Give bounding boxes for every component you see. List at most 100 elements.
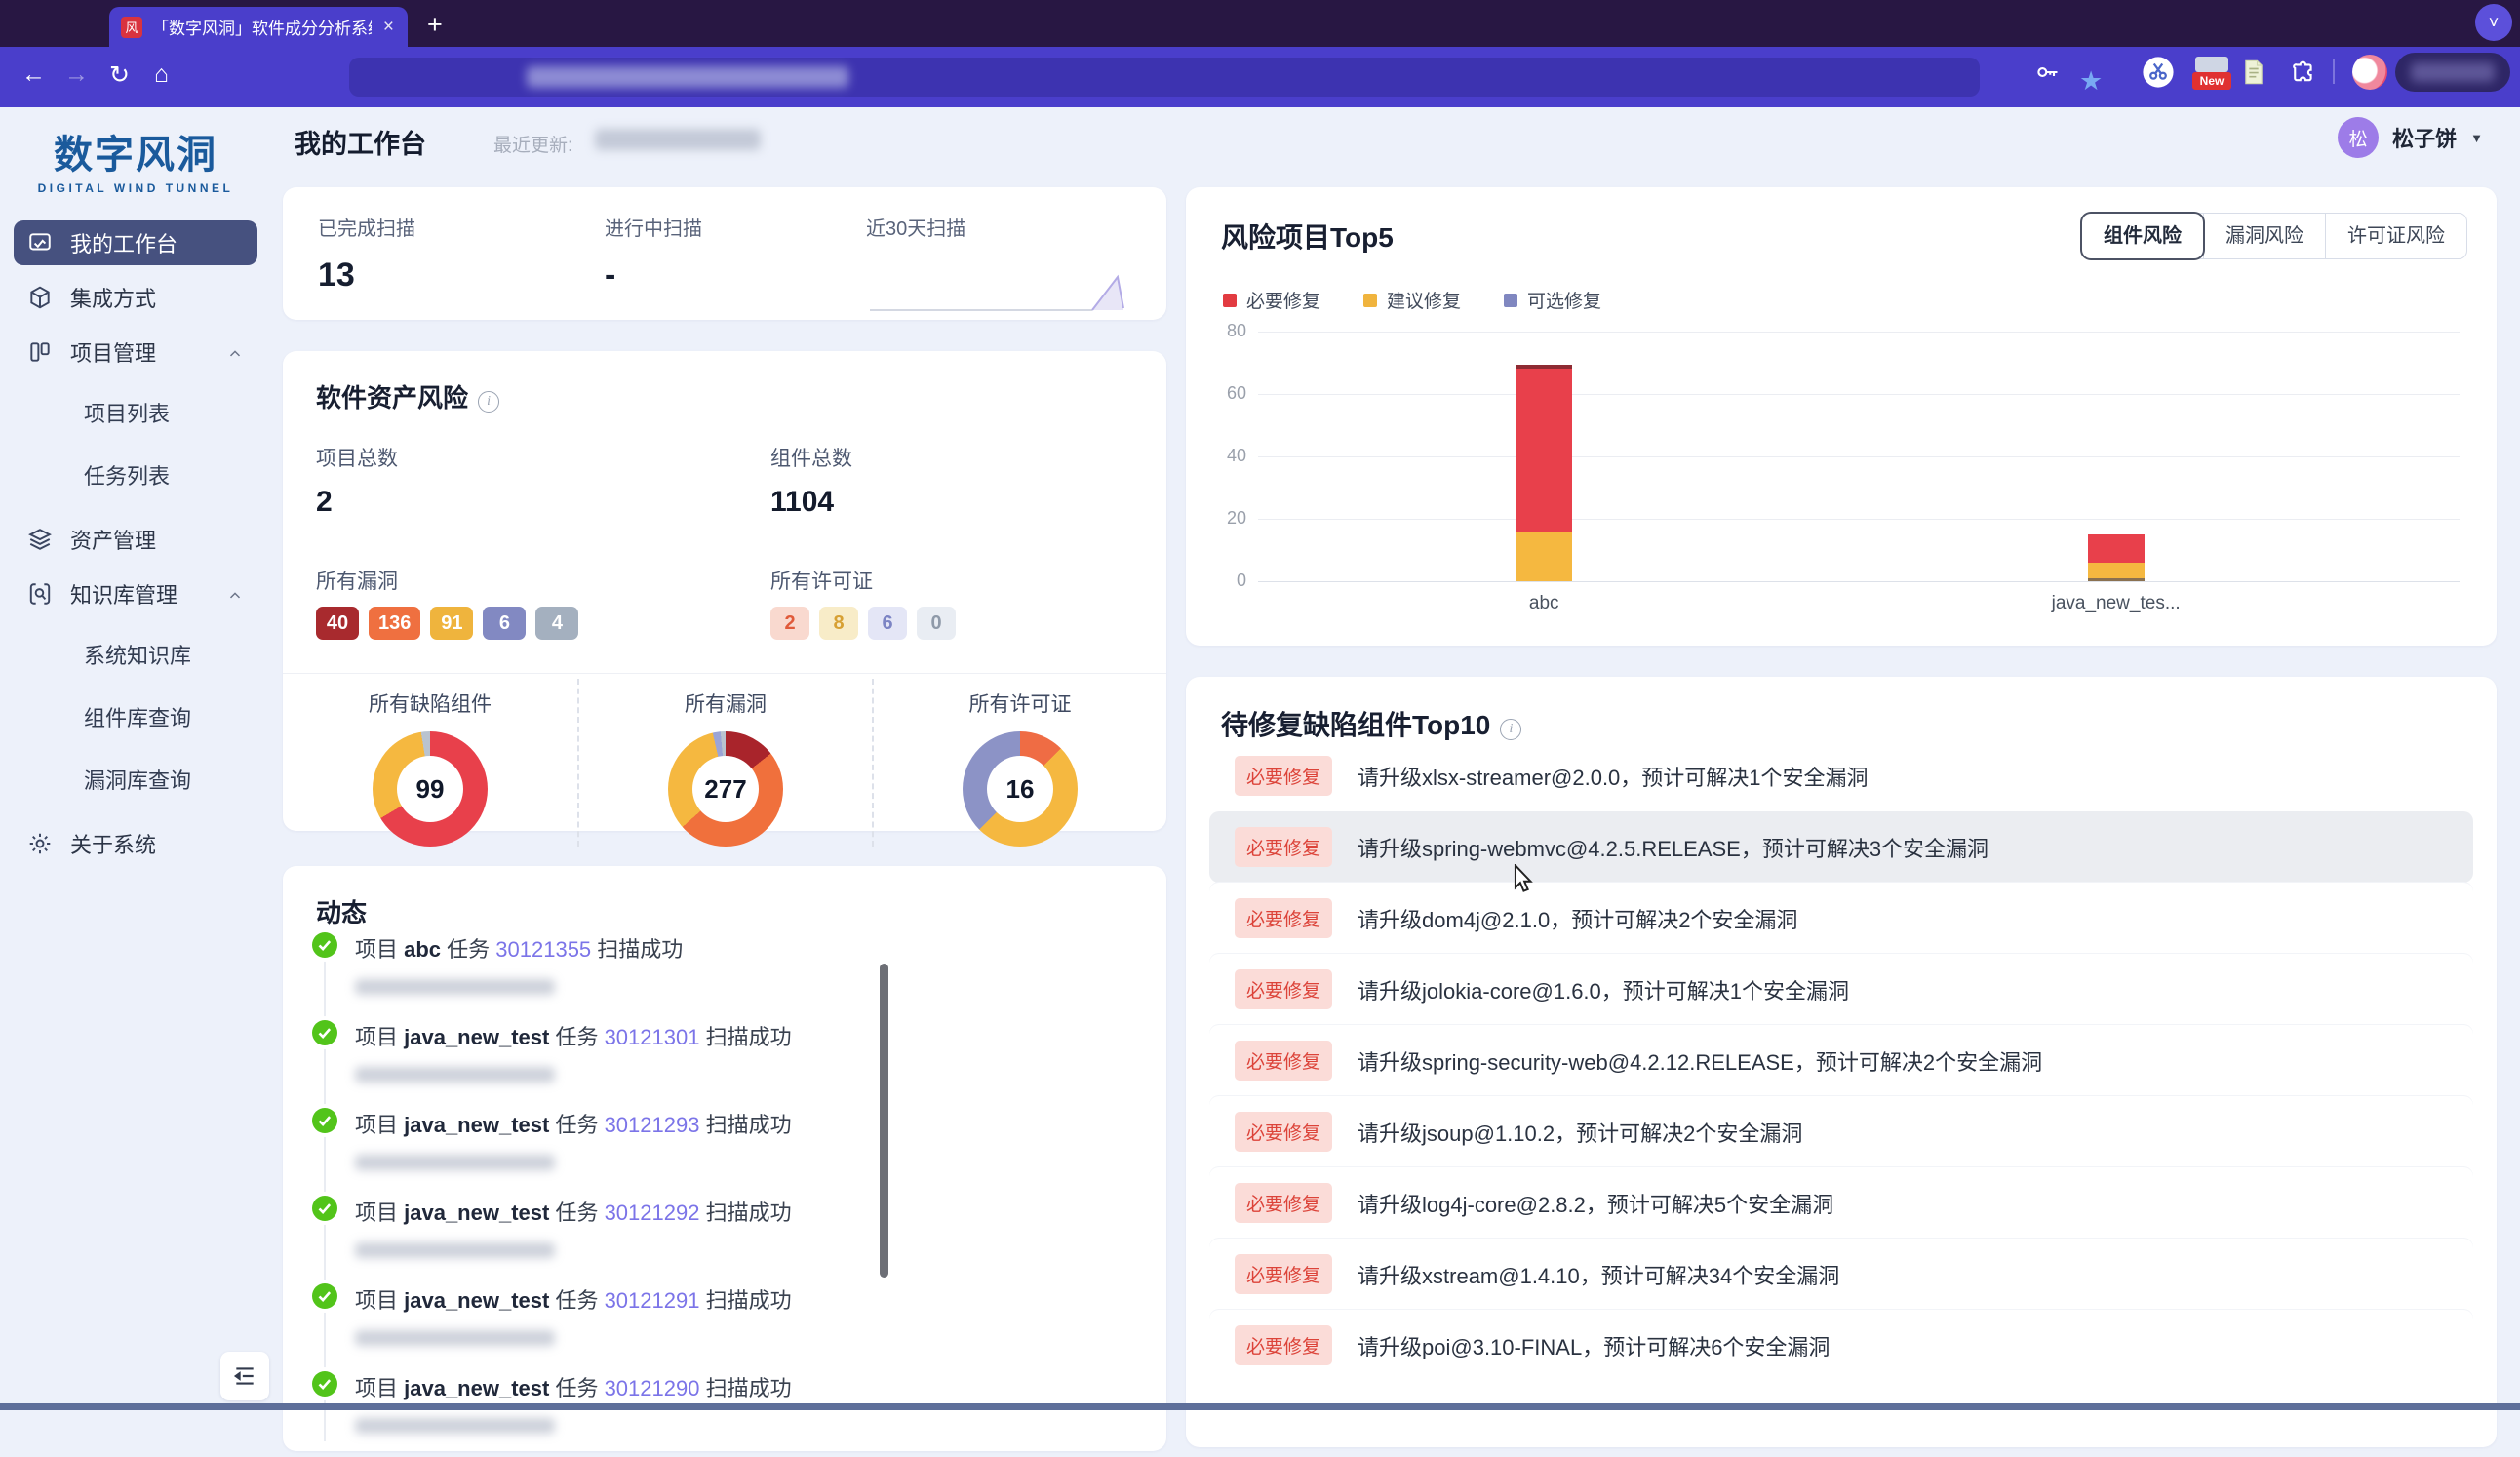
sidebar-item-knowledge-mgmt[interactable]: 知识库管理 [14, 571, 257, 616]
task-id-link[interactable]: 30121290 [605, 1376, 700, 1400]
browser-menu-button[interactable]: ˅ [2475, 4, 2512, 41]
bar-java_new_tes...[interactable] [2088, 332, 2145, 581]
user-menu[interactable]: 松 松子饼 ▼ [2338, 117, 2483, 158]
scan-stats-card: 已完成扫描 13 进行中扫描 - 近30天扫描 [283, 187, 1166, 320]
legend-item: 建议修复 [1363, 287, 1461, 313]
task-id-link[interactable]: 30121301 [605, 1025, 700, 1049]
task-id-link[interactable]: 30121355 [495, 937, 591, 962]
workspace-icon [27, 230, 53, 256]
completed-scans-value: 13 [318, 256, 415, 295]
all-vulns-label: 所有漏洞 [316, 566, 578, 595]
bar-segment [2088, 563, 2145, 578]
defect-row[interactable]: 必要修复 请升级xstream@1.4.10，预计可解决34个安全漏洞 [1209, 1239, 2473, 1310]
info-icon[interactable]: i [1500, 719, 1521, 740]
new-tab-button[interactable]: + [427, 10, 443, 39]
browser-profile-pill[interactable] [2395, 53, 2510, 92]
activity-timestamp-blurred [355, 979, 555, 995]
extensions-puzzle-icon[interactable] [2290, 59, 2317, 86]
sidebar-item-workspace[interactable]: 我的工作台 [14, 220, 257, 265]
task-id-link[interactable]: 30121291 [605, 1288, 700, 1313]
activity-timestamp-blurred [355, 1330, 555, 1346]
project-total-label: 项目总数 [316, 443, 398, 472]
license-count-badge: 6 [868, 607, 907, 640]
required-fix-badge: 必要修复 [1235, 756, 1332, 796]
logo-subtitle: DIGITAL WIND TUNNEL [0, 181, 271, 195]
donut-total: 16 [963, 731, 1078, 847]
bookmark-star-icon[interactable]: ★ [2079, 66, 2103, 97]
sidebar-item-project-mgmt[interactable]: 项目管理 [14, 330, 257, 374]
sidebar-subitem-system-knowledge[interactable]: 系统知识库 [14, 634, 257, 679]
bar-segment [1516, 369, 1572, 531]
defect-row[interactable]: 必要修复 请升级jsoup@1.10.2，预计可解决2个安全漏洞 [1209, 1096, 2473, 1167]
activity-scrollbar[interactable] [880, 964, 888, 1278]
task-id-link[interactable]: 30121293 [605, 1113, 700, 1137]
defect-row[interactable]: 必要修复 请升级xlsx-streamer@2.0.0，预计可解决1个安全漏洞 [1209, 740, 2473, 811]
activity-item: 项目 abc 任务 30121355 扫描成功 [312, 930, 1127, 1018]
tab-漏洞风险[interactable]: 漏洞风险 [2203, 214, 2325, 258]
tab-许可证风险[interactable]: 许可证风险 [2325, 214, 2466, 258]
sidebar-subitem-vuln-query[interactable]: 漏洞库查询 [14, 759, 257, 804]
tab-close-icon[interactable]: × [381, 17, 396, 38]
success-check-icon [312, 1283, 337, 1309]
defect-row[interactable]: 必要修复 请升级jolokia-core@1.6.0，预计可解决1个安全漏洞 [1209, 954, 2473, 1025]
defect-row[interactable]: 必要修复 请升级log4j-core@2.8.2，预计可解决5个安全漏洞 [1209, 1167, 2473, 1239]
running-scans-value: - [605, 256, 702, 295]
donut-chart: 99 [373, 731, 488, 847]
url-text-blurred [527, 66, 848, 88]
sidebar-item-integration[interactable]: 集成方式 [14, 275, 257, 320]
success-check-icon [312, 1108, 337, 1133]
x-axis-label: abc [1437, 593, 1651, 614]
donut-total: 99 [373, 731, 488, 847]
bar-segment [1516, 365, 1572, 370]
notes-extension-icon[interactable] [2240, 59, 2267, 86]
chevron-up-icon[interactable] [226, 585, 244, 603]
forward-button[interactable]: → [64, 60, 89, 89]
sidebar-subitem-project-list[interactable]: 项目列表 [14, 392, 257, 437]
sidebar-subitem-task-list[interactable]: 任务列表 [14, 454, 257, 499]
risk-top5-card: 风险项目Top5 组件风险漏洞风险许可证风险 必要修复 建议修复 可选修复 02… [1186, 187, 2497, 646]
bar-abc[interactable] [1516, 332, 1572, 581]
y-axis-tick: 40 [1203, 446, 1246, 466]
tab-组件风险[interactable]: 组件风险 [2082, 214, 2203, 258]
password-key-icon[interactable] [2033, 59, 2061, 86]
risk-top5-title: 风险项目Top5 [1221, 217, 1394, 256]
defect-row[interactable]: 必要修复 请升级dom4j@2.1.0，预计可解决2个安全漏洞 [1209, 883, 2473, 954]
chevron-up-icon[interactable] [226, 343, 244, 361]
address-bar[interactable] [349, 58, 1980, 97]
new-extension-icon[interactable]: New [2192, 57, 2231, 90]
browser-tab[interactable]: 风 「数字风洞」软件成分分析系统 × [109, 7, 408, 47]
defect-row[interactable]: 必要修复 请升级poi@3.10-FINAL，预计可解决6个安全漏洞 [1209, 1310, 2473, 1381]
defect-text: 请升级poi@3.10-FINAL，预计可解决6个安全漏洞 [1358, 1330, 1830, 1361]
about-icon [27, 831, 53, 856]
x-axis-label: java_new_tes... [2009, 593, 2224, 614]
donut-title: 所有漏洞 [579, 689, 872, 718]
vuln-count-badge: 136 [369, 607, 420, 640]
task-id-link[interactable]: 30121292 [605, 1201, 700, 1225]
license-count-badge: 2 [770, 607, 809, 640]
home-button[interactable]: ⌂ [154, 60, 169, 89]
sidebar: 数字风洞 DIGITAL WIND TUNNEL 我的工作台 集成方式 项目管理… [0, 107, 271, 1410]
recent-scans-sparkline [866, 269, 1139, 314]
donut-chart: 277 [668, 731, 783, 847]
defect-row[interactable]: 必要修复 请升级spring-webmvc@4.2.5.RELEASE，预计可解… [1209, 811, 2473, 883]
browser-tab-bar: 风 「数字风洞」软件成分分析系统 × + ˅ [0, 0, 2520, 47]
gridline [1258, 332, 2460, 333]
y-axis-tick: 80 [1203, 321, 1246, 341]
defect-row[interactable]: 必要修复 请升级spring-security-web@4.2.12.RELEA… [1209, 1025, 2473, 1096]
collapse-sidebar-button[interactable] [220, 1352, 269, 1400]
success-check-icon [312, 932, 337, 958]
sidebar-subitem-component-query[interactable]: 组件库查询 [14, 696, 257, 741]
activity-item: 项目 java_new_test 任务 30121293 扫描成功 [312, 1106, 1127, 1194]
asset-risk-card: 软件资产风险i 项目总数 2 组件总数 1104 所有漏洞 401369164 … [283, 351, 1166, 831]
screenshot-extension-icon[interactable] [2142, 56, 2175, 89]
integration-icon [27, 285, 53, 310]
gridline [1258, 394, 2460, 395]
activity-card: 动态 项目 abc 任务 30121355 扫描成功 项目 java_new_t… [283, 866, 1166, 1451]
window-bottom-edge [0, 1403, 2520, 1410]
back-button[interactable]: ← [21, 60, 46, 89]
info-icon[interactable]: i [478, 391, 499, 413]
reload-button[interactable]: ↻ [109, 60, 130, 90]
sidebar-item-about[interactable]: 关于系统 [14, 821, 257, 866]
browser-profile-avatar[interactable] [2352, 55, 2387, 90]
sidebar-item-asset-mgmt[interactable]: 资产管理 [14, 517, 257, 562]
